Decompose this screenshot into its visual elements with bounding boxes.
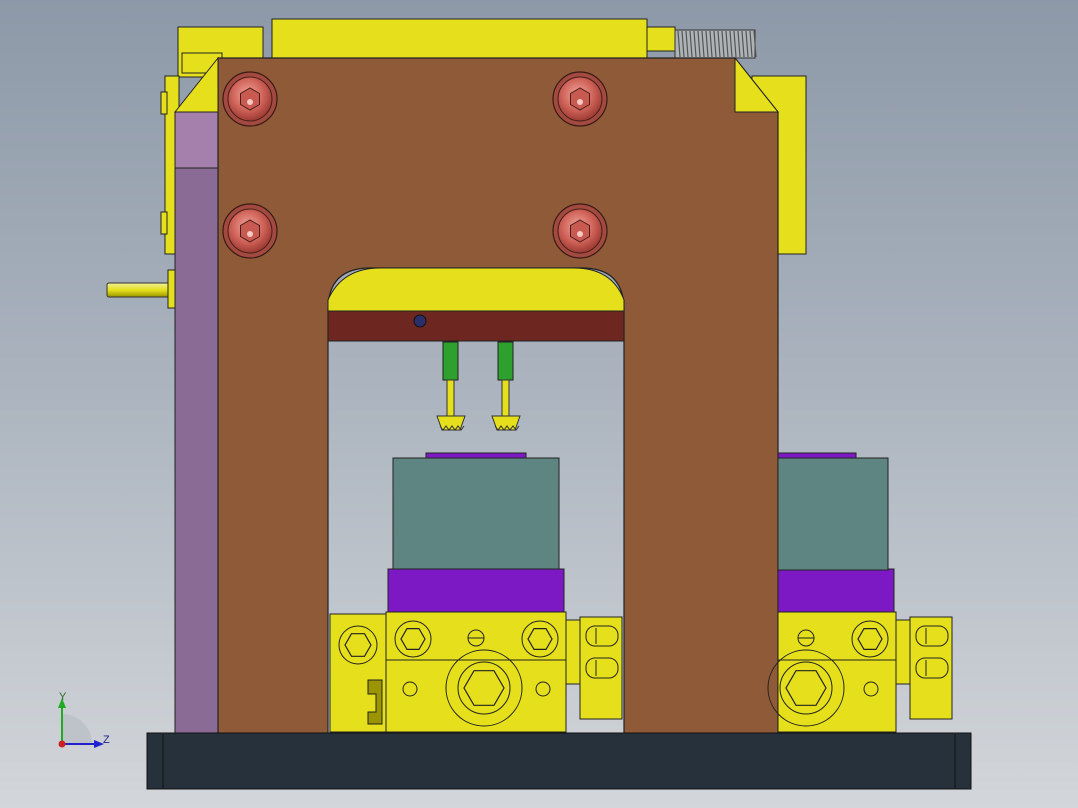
- green-pins[interactable]: [442, 341, 514, 417]
- base-plate[interactable]: [146, 732, 972, 790]
- bolt-top-right-icon[interactable]: [552, 71, 608, 127]
- bolt-mid-right-icon[interactable]: [552, 203, 608, 259]
- right-gray-block[interactable]: [777, 452, 889, 571]
- threaded-rod[interactable]: [674, 29, 757, 59]
- cad-viewport[interactable]: Y Z: [0, 0, 1078, 808]
- bolt-top-left-icon[interactable]: [222, 71, 278, 127]
- coordinate-triad: Y Z: [58, 691, 110, 748]
- triad-sector: [62, 714, 92, 744]
- triad-z-label: Z: [103, 734, 110, 746]
- yellow-saddle[interactable]: [327, 267, 625, 313]
- side-pin[interactable]: [106, 269, 177, 309]
- bolt-mid-left-icon[interactable]: [222, 203, 278, 259]
- center-gray-block[interactable]: [392, 452, 560, 571]
- left-purple-plate[interactable]: [174, 111, 220, 735]
- dark-red-bar[interactable]: [327, 310, 625, 342]
- triad-origin: [58, 740, 66, 748]
- triad-y-label: Y: [59, 691, 67, 703]
- cutter-heads[interactable]: [436, 415, 521, 431]
